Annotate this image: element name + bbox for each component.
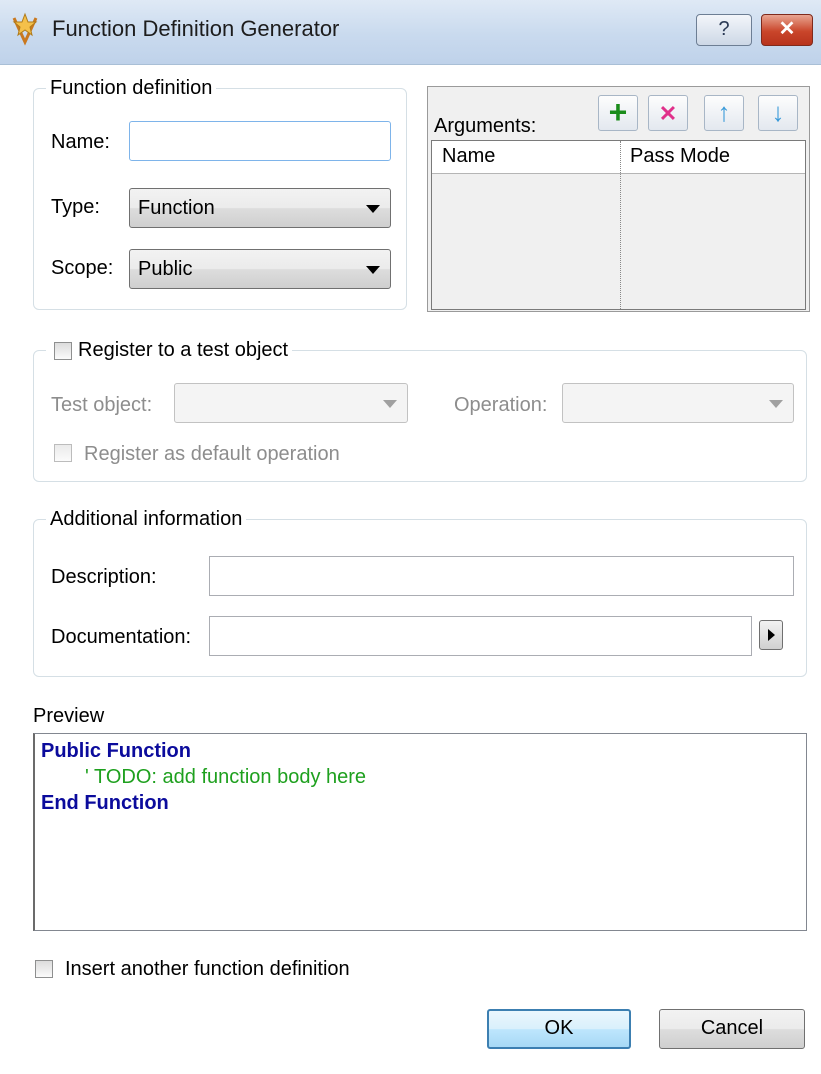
- preview-line-keyword: Public Function: [41, 740, 191, 762]
- close-button[interactable]: ✕: [761, 14, 813, 46]
- column-header-pass-mode[interactable]: Pass Mode: [630, 145, 730, 168]
- move-down-icon: ↓: [771, 97, 785, 127]
- operation-label: Operation:: [454, 394, 548, 416]
- move-up-icon: ↑: [717, 97, 731, 127]
- cancel-button[interactable]: Cancel: [659, 1009, 805, 1049]
- description-input[interactable]: [209, 556, 794, 596]
- move-down-button[interactable]: ↓: [758, 95, 798, 131]
- type-label: Type:: [51, 196, 100, 218]
- arguments-table[interactable]: Name Pass Mode: [431, 140, 806, 310]
- additional-information-legend: Additional information: [46, 508, 247, 531]
- function-definition-legend: Function definition: [46, 77, 217, 100]
- chevron-down-icon: [383, 400, 397, 408]
- window-title: Function Definition Generator: [52, 16, 340, 41]
- title-bar: Function Definition Generator ? ✕: [0, 0, 821, 65]
- insert-another-label: Insert another function definition: [65, 958, 350, 980]
- test-object-select[interactable]: [174, 383, 408, 423]
- add-argument-button[interactable]: +: [598, 95, 638, 131]
- insert-another-checkbox[interactable]: [35, 960, 53, 978]
- delete-icon: ✕: [658, 101, 678, 126]
- default-operation-checkbox[interactable]: [54, 444, 72, 462]
- documentation-label: Documentation:: [51, 626, 192, 648]
- scope-select-value: Public: [138, 258, 193, 280]
- arguments-panel: Arguments: + ✕ ↑ ↓ Name Pass Mode: [427, 86, 810, 312]
- column-divider: [620, 141, 621, 309]
- documentation-expand-button[interactable]: [759, 620, 783, 650]
- delete-argument-button[interactable]: ✕: [648, 95, 688, 131]
- test-object-label: Test object:: [51, 394, 153, 416]
- name-input[interactable]: [129, 121, 391, 161]
- documentation-input[interactable]: [209, 616, 752, 656]
- preview-label: Preview: [33, 705, 105, 727]
- name-label: Name:: [51, 131, 110, 153]
- arguments-label: Arguments:: [434, 115, 537, 137]
- operation-select[interactable]: [562, 383, 794, 423]
- move-up-button[interactable]: ↑: [704, 95, 744, 131]
- register-legend: Register to a test object: [46, 339, 293, 362]
- scope-select[interactable]: Public: [129, 249, 391, 289]
- chevron-down-icon: [769, 400, 783, 408]
- arguments-table-header: Name Pass Mode: [432, 141, 805, 174]
- chevron-down-icon: [366, 266, 380, 274]
- preview-line-end: End Function: [41, 792, 169, 814]
- function-wizard-icon: [12, 12, 38, 46]
- preview-line-comment: ' TODO: add function body here: [85, 766, 367, 788]
- type-select-value: Function: [138, 197, 215, 219]
- help-button[interactable]: ?: [696, 14, 752, 46]
- register-checkbox[interactable]: [54, 342, 72, 360]
- preview-code-box[interactable]: Public Function ' TODO: add function bod…: [33, 733, 807, 931]
- scope-label: Scope:: [51, 257, 114, 279]
- ok-button[interactable]: OK: [487, 1009, 631, 1049]
- default-operation-label: Register as default operation: [84, 443, 340, 465]
- function-definition-generator-dialog: Function Definition Generator ? ✕ Functi…: [0, 0, 821, 1074]
- column-header-name[interactable]: Name: [442, 145, 495, 168]
- type-select[interactable]: Function: [129, 188, 391, 228]
- description-label: Description:: [51, 566, 157, 588]
- chevron-down-icon: [366, 205, 380, 213]
- add-icon: +: [608, 94, 628, 130]
